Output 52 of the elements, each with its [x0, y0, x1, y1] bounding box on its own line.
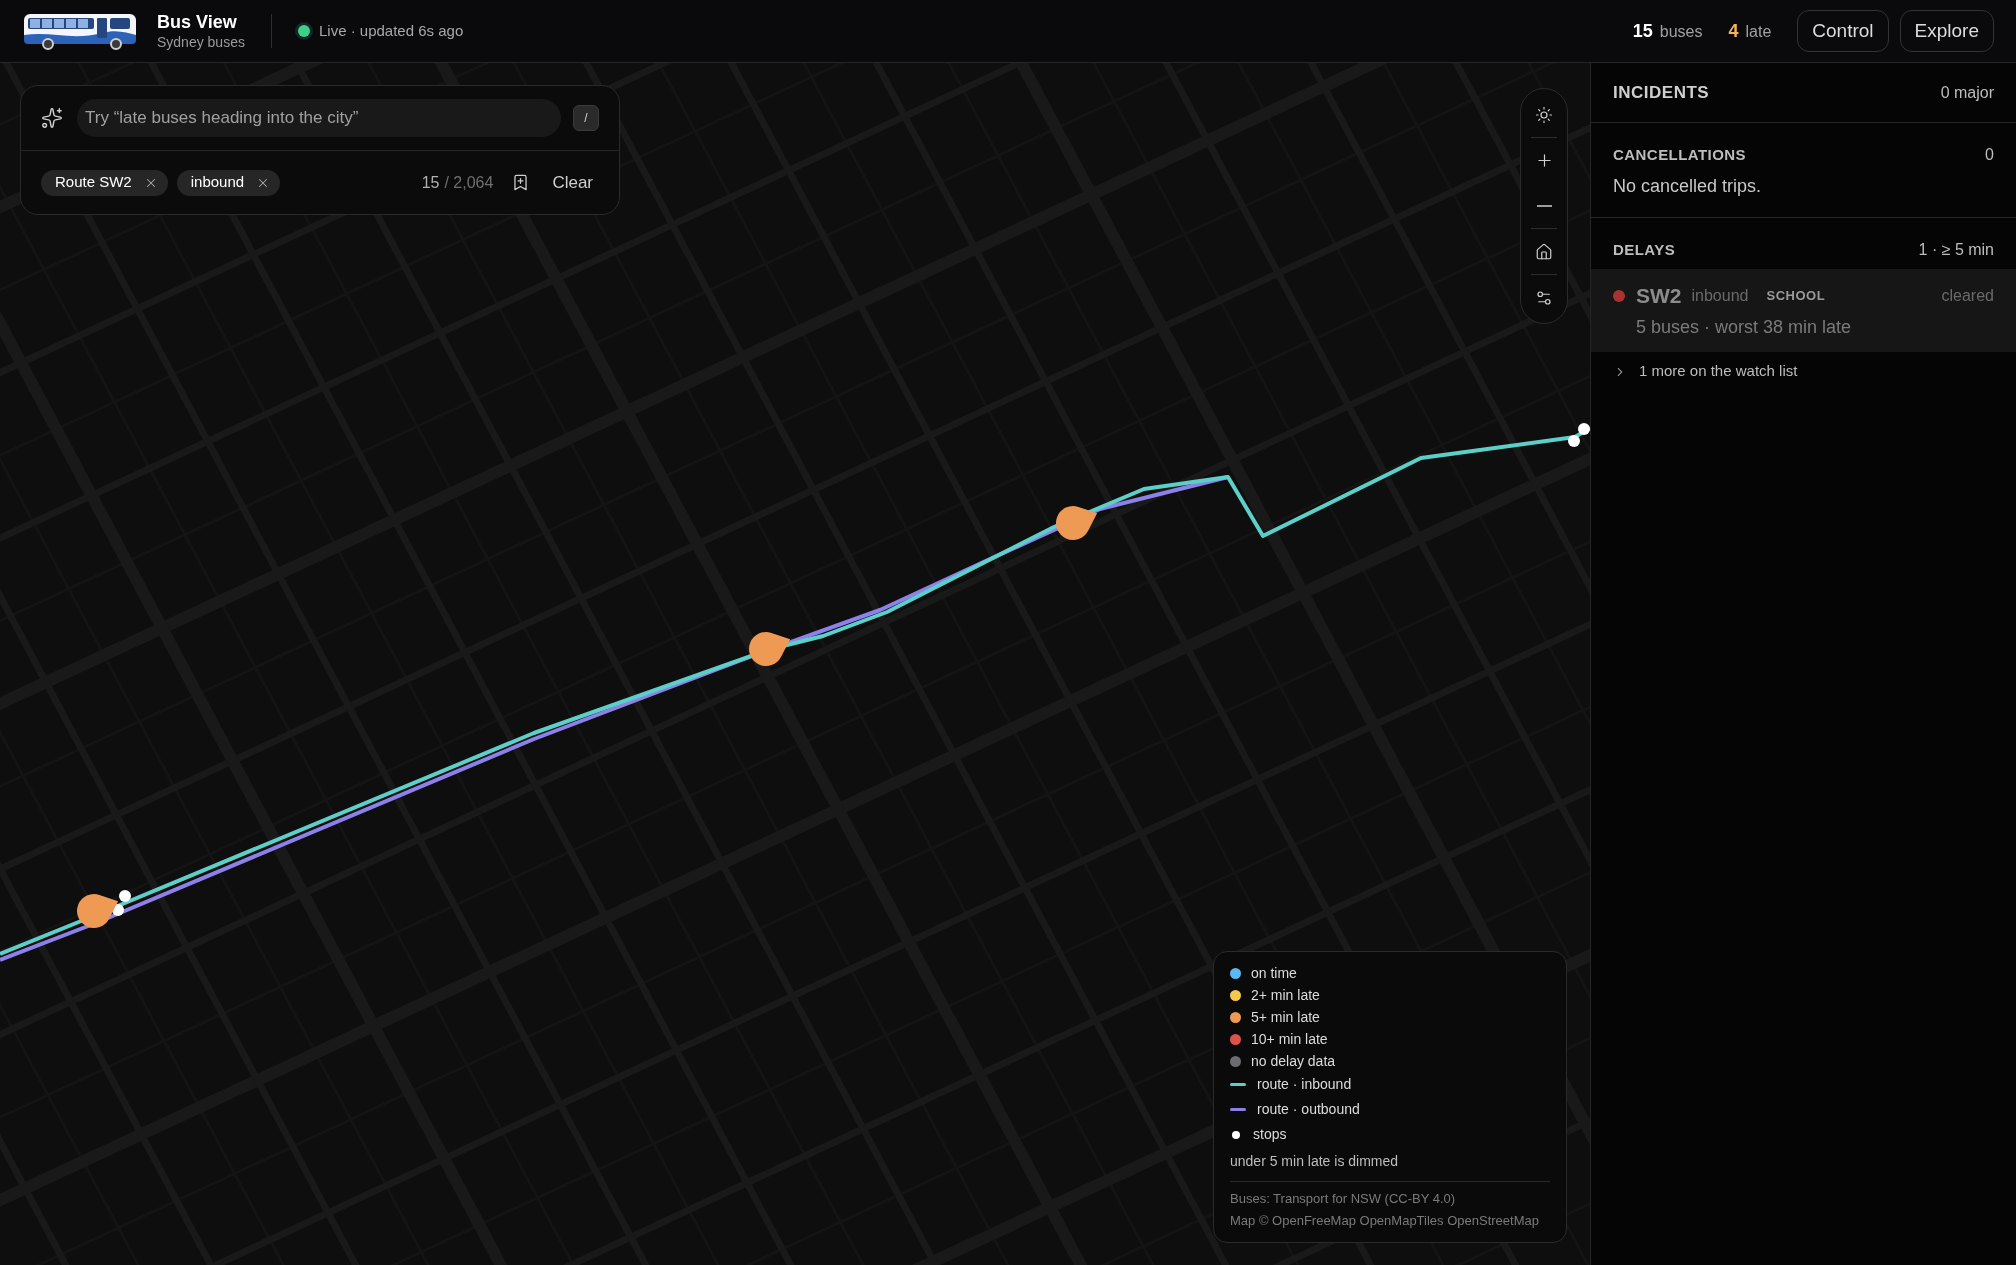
sun-icon: [1535, 105, 1553, 124]
route-name: SW2: [1636, 283, 1682, 309]
legend-label: route · outbound: [1257, 1100, 1360, 1119]
bus-marker-icon[interactable]: [77, 894, 119, 928]
filter-chip[interactable]: inbound: [176, 169, 281, 196]
legend-label: no delay data: [1251, 1051, 1336, 1071]
sparkle-icon: [41, 107, 63, 129]
stat-unit: late: [1745, 21, 1772, 42]
legend-label: route · inbound: [1257, 1075, 1352, 1094]
watch-list-toggle[interactable]: 1 more on the watch list: [1591, 351, 2016, 392]
delay-status: cleared: [1941, 285, 1994, 306]
bus-marker-icon[interactable]: [749, 632, 791, 666]
incident-summary: 0 major: [1940, 82, 1994, 103]
result-total: / 2,064: [444, 172, 494, 193]
legend-label: on time: [1251, 963, 1297, 983]
route-tag: SCHOOL: [1766, 286, 1826, 306]
minus-icon: [1536, 204, 1552, 207]
stop-marker-icon[interactable]: [1568, 435, 1580, 447]
filter-chip[interactable]: Route SW2: [41, 169, 168, 196]
section-count: 1 · ≥ 5 min: [1918, 240, 1994, 260]
clear-button[interactable]: Clear: [552, 169, 593, 196]
section-count: 0: [1985, 145, 1994, 165]
stat-count: 15: [1632, 19, 1653, 43]
app-subtitle: Sydney buses: [157, 33, 245, 51]
stat-unit: buses: [1659, 21, 1703, 42]
legend-label: stops: [1253, 1125, 1287, 1144]
credit-text: Buses: Transport for NSW (CC-BY 4.0): [1230, 1190, 1457, 1208]
section-title: CANCELLATIONS: [1613, 144, 1747, 165]
legend-label: 10+ min late: [1251, 1029, 1328, 1049]
section-title: DELAYS: [1613, 239, 1676, 260]
header-button[interactable]: Explore: [1899, 10, 1994, 52]
live-status-text: Live · updated 6s ago: [318, 20, 464, 41]
delay-item[interactable]: SW2 inbound SCHOOL cleared 5 buses · worst 38 min late: [1591, 269, 2016, 352]
legend-note: under 5 min late is dimmed: [1230, 1152, 1400, 1171]
stop-marker-icon[interactable]: [1578, 423, 1590, 435]
empty-message: No cancelled trips.: [1613, 175, 1763, 198]
delay-detail: 5 buses · worst 38 min late: [1635, 315, 1853, 339]
header-button[interactable]: Control: [1797, 10, 1889, 52]
route-direction: inbound: [1691, 285, 1749, 306]
stop-marker-icon[interactable]: [119, 890, 131, 902]
legend-label: 5+ min late: [1251, 1007, 1320, 1027]
legend-label: 2+ min late: [1251, 985, 1320, 1005]
bus-marker-icon[interactable]: [1056, 506, 1098, 540]
panel-title: INCIDENTS: [1613, 81, 1710, 104]
shortcut-key: /: [573, 105, 599, 131]
app-title: Bus View: [157, 11, 238, 33]
stat-count: 4: [1728, 19, 1739, 43]
result-count: 15: [421, 172, 440, 193]
home-icon: [1535, 242, 1553, 261]
sliders-icon: [1535, 288, 1553, 307]
credit-text: Map © OpenFreeMap OpenMapTiles OpenStreetMap: [1230, 1212, 1540, 1230]
search-field[interactable]: Try “late buses heading into the city”: [77, 99, 561, 137]
